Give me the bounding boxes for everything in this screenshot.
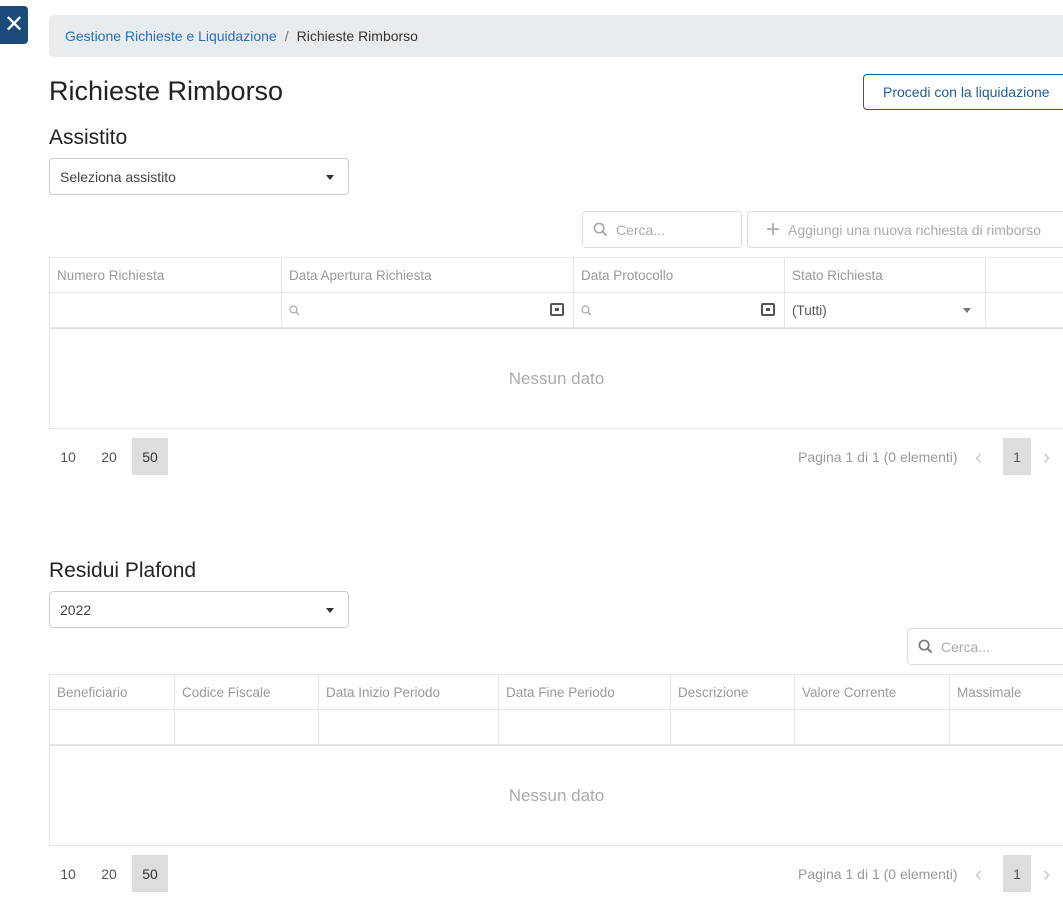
filter-descrizione[interactable] bbox=[671, 710, 795, 744]
grid-header-row: Beneficiario Codice Fiscale Data Inizio … bbox=[50, 675, 1063, 710]
caret-down-icon bbox=[326, 175, 334, 180]
chevron-right-icon[interactable]: › bbox=[1043, 855, 1050, 892]
filter-stato-richiesta[interactable]: (Tutti) bbox=[785, 293, 986, 327]
add-reimbursement-button[interactable]: + Aggiungi una nuova richiesta di rimbor… bbox=[747, 211, 1063, 248]
filter-data-inizio[interactable] bbox=[319, 710, 499, 744]
column-header-massimale[interactable]: Massimale bbox=[950, 675, 1063, 709]
plafond-grid: Beneficiario Codice Fiscale Data Inizio … bbox=[49, 674, 1063, 846]
column-header-stato-richiesta[interactable]: Stato Richiesta bbox=[785, 258, 986, 292]
add-reimbursement-label: Aggiungi una nuova richiesta di rimborso bbox=[788, 221, 1041, 238]
rimborso-search-input[interactable]: Cerca... bbox=[582, 211, 742, 248]
proceed-liquidation-button[interactable]: Procedi con la liquidazione bbox=[863, 74, 1063, 110]
rimborso-pager: 10 20 50 Pagina 1 di 1 (0 elementi) ‹ 1 … bbox=[49, 438, 1063, 475]
filter-data-protocollo[interactable] bbox=[574, 293, 785, 327]
page-title: Richieste Rimborso bbox=[49, 76, 284, 106]
page-size-20[interactable]: 20 bbox=[91, 855, 127, 892]
plafond-search-placeholder: Cerca... bbox=[941, 638, 991, 655]
calendar-icon[interactable] bbox=[550, 303, 564, 316]
plus-icon: + bbox=[766, 215, 781, 243]
calendar-icon[interactable] bbox=[761, 303, 775, 316]
status-filter-value: (Tutti) bbox=[792, 302, 827, 318]
rimborso-search-placeholder: Cerca... bbox=[616, 221, 666, 238]
column-header-data-inizio[interactable]: Data Inizio Periodo bbox=[319, 675, 499, 709]
pager-info: Pagina 1 di 1 (0 elementi) bbox=[798, 448, 958, 465]
no-data-message: Nessun dato bbox=[50, 328, 1063, 428]
search-icon bbox=[289, 304, 300, 316]
pager-info: Pagina 1 di 1 (0 elementi) bbox=[798, 865, 958, 882]
assistito-select[interactable]: Seleziona assistito bbox=[49, 158, 349, 195]
search-icon bbox=[581, 304, 592, 316]
plafond-pager: 10 20 50 Pagina 1 di 1 (0 elementi) ‹ 1 … bbox=[49, 855, 1063, 892]
close-button[interactable]: ✕ bbox=[0, 6, 28, 44]
filter-massimale[interactable] bbox=[950, 710, 1063, 744]
column-header-codice-fiscale[interactable]: Codice Fiscale bbox=[175, 675, 319, 709]
close-icon: ✕ bbox=[3, 11, 25, 38]
caret-down-icon bbox=[326, 608, 334, 613]
filter-data-fine[interactable] bbox=[499, 710, 671, 744]
plafond-section-title: Residui Plafond bbox=[49, 559, 197, 582]
year-select-value: 2022 bbox=[60, 601, 92, 618]
page-size-10[interactable]: 10 bbox=[50, 438, 86, 475]
column-header-descrizione[interactable]: Descrizione bbox=[671, 675, 795, 709]
caret-down-icon bbox=[963, 308, 971, 313]
breadcrumb-separator: / bbox=[284, 28, 289, 44]
search-icon bbox=[593, 222, 608, 237]
filter-valore-corrente[interactable] bbox=[795, 710, 950, 744]
plafond-search-input[interactable]: Cerca... bbox=[907, 628, 1063, 665]
page-size-50[interactable]: 50 bbox=[132, 855, 168, 892]
page-number-button[interactable]: 1 bbox=[1003, 855, 1031, 892]
page-size-50[interactable]: 50 bbox=[132, 438, 168, 475]
assistito-select-value: Seleziona assistito bbox=[60, 168, 176, 185]
page-size-10[interactable]: 10 bbox=[50, 855, 86, 892]
chevron-right-icon[interactable]: › bbox=[1043, 438, 1050, 475]
year-select[interactable]: 2022 bbox=[49, 591, 349, 628]
column-header-numero-richiesta[interactable]: Numero Richiesta bbox=[50, 258, 282, 292]
rimborso-grid: Numero Richiesta Data Apertura Richiesta… bbox=[49, 257, 1063, 429]
chevron-left-icon[interactable]: ‹ bbox=[975, 855, 982, 892]
filter-codice-fiscale[interactable] bbox=[175, 710, 319, 744]
chevron-left-icon[interactable]: ‹ bbox=[975, 438, 982, 475]
page-size-20[interactable]: 20 bbox=[91, 438, 127, 475]
breadcrumb-parent-link[interactable]: Gestione Richieste e Liquidazione bbox=[65, 28, 277, 44]
page-number-button[interactable]: 1 bbox=[1003, 438, 1031, 475]
no-data-message: Nessun dato bbox=[50, 745, 1063, 845]
filter-data-apertura[interactable] bbox=[282, 293, 574, 327]
column-header-data-fine[interactable]: Data Fine Periodo bbox=[499, 675, 671, 709]
filter-numero-richiesta[interactable] bbox=[50, 293, 282, 327]
search-icon bbox=[918, 639, 933, 654]
breadcrumb-current: Richieste Rimborso bbox=[296, 28, 418, 44]
breadcrumb: Gestione Richieste e Liquidazione / Rich… bbox=[49, 15, 1063, 57]
grid-header-row: Numero Richiesta Data Apertura Richiesta… bbox=[50, 258, 1063, 293]
grid-filter-row bbox=[50, 710, 1063, 745]
grid-filter-row: (Tutti) bbox=[50, 293, 1063, 328]
assistito-section-title: Assistito bbox=[49, 126, 128, 149]
column-header-data-protocollo[interactable]: Data Protocollo bbox=[574, 258, 785, 292]
column-header-data-apertura[interactable]: Data Apertura Richiesta bbox=[282, 258, 574, 292]
column-header-valore-corrente[interactable]: Valore Corrente bbox=[795, 675, 950, 709]
column-header-beneficiario[interactable]: Beneficiario bbox=[50, 675, 175, 709]
filter-beneficiario[interactable] bbox=[50, 710, 175, 744]
